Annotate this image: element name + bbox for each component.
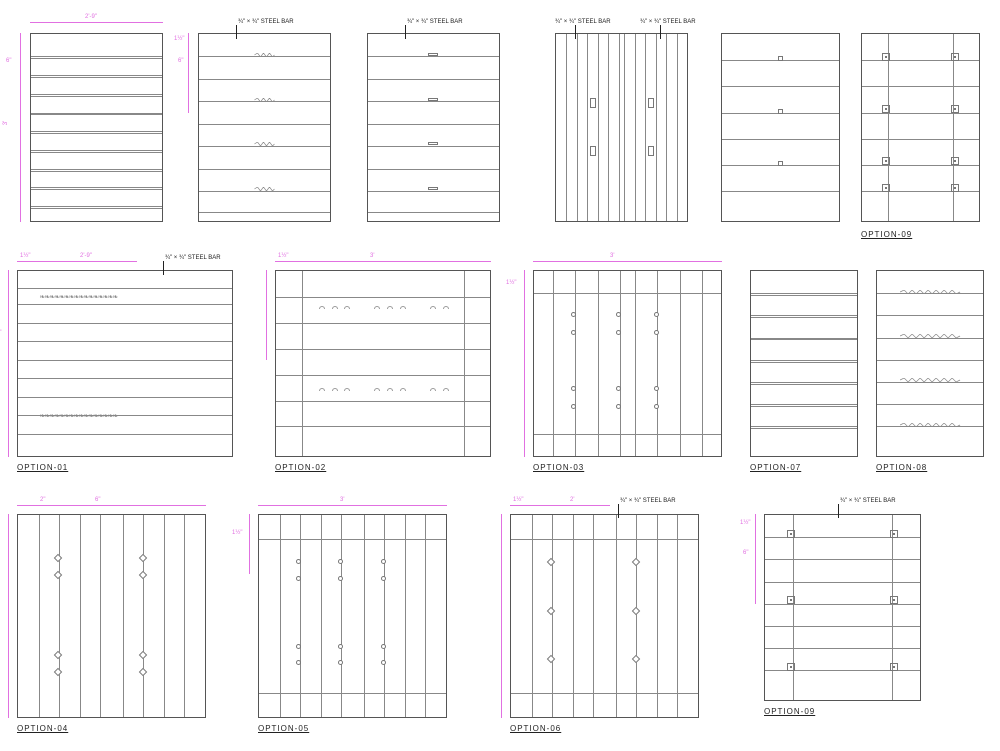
panel-r1c5 <box>721 33 840 222</box>
panel-r1c1 <box>30 33 163 222</box>
dim-opt06-w1: 1½" <box>513 497 523 503</box>
label-option-03: OPTION-03 <box>533 463 584 472</box>
panel-option-03 <box>533 270 722 457</box>
panel-option-06 <box>510 514 699 718</box>
dim-r1c1-gap: 6" <box>6 58 11 64</box>
dim-r1c1-total: 3' <box>3 121 9 125</box>
dim-opt04-top <box>17 505 206 506</box>
panel-r1c4 <box>555 33 688 222</box>
dim-opt05-h: 1½" <box>232 530 242 536</box>
dim-opt01-left <box>8 270 9 457</box>
panel-option-05 <box>258 514 447 718</box>
label-option-09-top: OPTION-09 <box>861 230 912 239</box>
panel-option-01: ❧❧❧❧❧❧❧❧❧❧❧❧❧❧❧❧ ❧❧❧❧❧❧❧❧❧❧❧❧❧❧❧❧ <box>17 270 233 457</box>
dim-opt09b-left <box>755 514 756 604</box>
dim-opt01-h: 6" <box>0 330 1 336</box>
dim-opt06-left <box>501 514 502 718</box>
label-option-07: OPTION-07 <box>750 463 801 472</box>
label-option-04: OPTION-04 <box>17 724 68 733</box>
dim-r1c1-left <box>20 33 21 222</box>
dim-opt01-w2: 2'-9" <box>80 253 92 259</box>
note-opt06: ¾" × ¾" STEEL BAR <box>620 498 676 504</box>
note-r1c2: ¾" × ¾" STEEL BAR <box>238 19 294 25</box>
panel-option-08 <box>876 270 984 457</box>
panel-option-07 <box>750 270 858 457</box>
dim-r1c1-top <box>30 22 163 23</box>
note-r1c3: ¾" × ¾" STEEL BAR <box>407 19 463 25</box>
dim-opt06-top <box>510 505 610 506</box>
dim-opt02-left <box>266 270 267 360</box>
leader-opt06 <box>618 504 619 518</box>
dim-opt04-left <box>8 514 9 718</box>
leader-r1c2 <box>236 25 237 39</box>
dim-opt03-h1: 1½" <box>506 280 516 286</box>
dim-r1c1-width: 2'-9" <box>85 14 97 20</box>
dim-opt04-w1: 2" <box>40 497 45 503</box>
dim-opt04-h1: 1½" <box>0 558 2 568</box>
dim-r1c2-left <box>188 33 189 113</box>
dim-opt06-w2: 2' <box>570 497 574 503</box>
label-option-08: OPTION-08 <box>876 463 927 472</box>
dim-r1c2-g2: 6" <box>178 58 183 64</box>
note-r1c4b: ¾" × ¾" STEEL BAR <box>640 19 696 25</box>
dim-opt02-w1: 1½" <box>278 253 288 259</box>
dim-opt03-w: 3' <box>610 253 614 259</box>
label-option-06: OPTION-06 <box>510 724 561 733</box>
dim-opt01-w1: 1½" <box>20 253 30 259</box>
note-opt09b: ¾" × ¾" STEEL BAR <box>840 498 896 504</box>
panel-r1c3 <box>367 33 500 222</box>
panel-r1c2 <box>198 33 331 222</box>
dim-opt02-w2: 3' <box>370 253 374 259</box>
panel-option-09-bottom <box>764 514 921 701</box>
dim-opt05-w: 3' <box>340 497 344 503</box>
dim-r1c2-g1: 1½" <box>174 36 184 42</box>
label-option-02: OPTION-02 <box>275 463 326 472</box>
leader-r1c3 <box>405 25 406 39</box>
dim-opt05-top <box>258 505 447 506</box>
dim-opt05-left <box>249 514 250 574</box>
leader-r1c4b <box>660 25 661 39</box>
dim-opt04-h2: 1½" <box>0 648 2 658</box>
panel-option-04 <box>17 514 206 718</box>
dim-opt09b-g2: 6" <box>743 550 748 556</box>
dim-opt03-top <box>533 261 722 262</box>
leader-r1c4a <box>575 25 576 39</box>
dim-opt03-left <box>524 270 525 457</box>
note-r1c4a: ¾" × ¾" STEEL BAR <box>555 19 611 25</box>
label-option-09-bottom: OPTION-09 <box>764 707 815 716</box>
dim-opt01-top <box>17 261 137 262</box>
panel-option-02 <box>275 270 491 457</box>
panel-r1c6 <box>861 33 980 222</box>
note-opt01: ¾" × ¾" STEEL BAR <box>165 255 221 261</box>
leader-opt01 <box>163 261 164 275</box>
dim-opt09b-g1: 1½" <box>740 520 750 526</box>
label-option-01: OPTION-01 <box>17 463 68 472</box>
dim-opt02-top <box>275 261 491 262</box>
label-option-05: OPTION-05 <box>258 724 309 733</box>
dim-opt04-w2: 6" <box>95 497 100 503</box>
leader-opt09b <box>838 504 839 518</box>
